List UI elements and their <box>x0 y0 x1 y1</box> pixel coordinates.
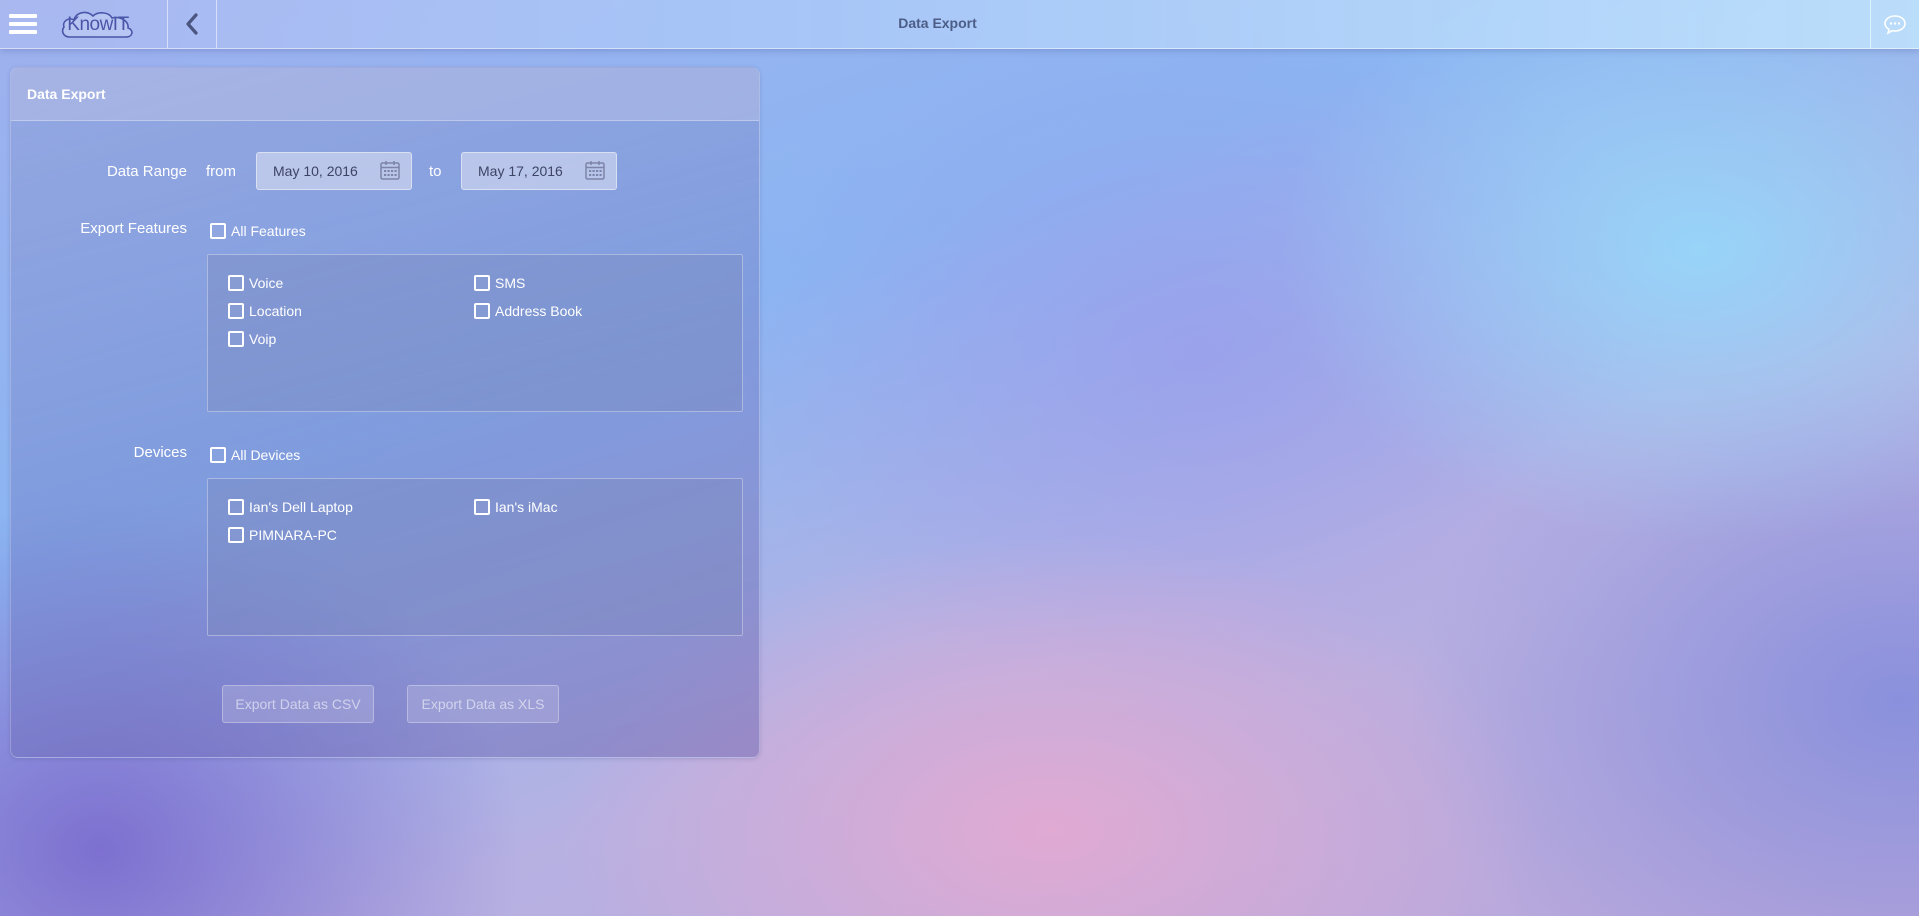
feature-sms-checkbox[interactable]: SMS <box>474 273 525 293</box>
device-imac-checkbox[interactable]: Ian's iMac <box>474 497 558 517</box>
panel-header: Data Export <box>11 68 759 121</box>
features-group-box: Voice SMS Location Address Book Voip <box>207 254 743 412</box>
divider <box>216 0 217 48</box>
to-label: to <box>429 163 442 180</box>
checkbox-label: Voice <box>249 275 284 291</box>
data-export-panel: Data Export Data Range from May 10, 2016… <box>10 67 760 758</box>
to-date-value: May 17, 2016 <box>478 163 563 179</box>
data-range-label: Data Range <box>106 163 187 180</box>
devices-group-box: Ian's Dell Laptop Ian's iMac PIMNARA-PC <box>207 478 743 636</box>
checkbox-box[interactable] <box>210 447 226 463</box>
all-devices-checkbox[interactable]: All Devices <box>210 445 300 465</box>
export-xls-button[interactable]: Export Data as XLS <box>407 685 559 723</box>
checkbox-box[interactable] <box>228 331 244 347</box>
top-bar: KnowIT Data Export <box>0 0 1919 49</box>
checkbox-label: Ian's iMac <box>495 499 558 515</box>
checkbox-box[interactable] <box>228 527 244 543</box>
checkbox-box[interactable] <box>228 303 244 319</box>
chat-bubble-icon <box>1884 15 1906 35</box>
logo-text: KnowIT <box>67 14 129 35</box>
feature-address-book-checkbox[interactable]: Address Book <box>474 301 582 321</box>
devices-label: Devices <box>133 444 187 461</box>
from-date-field[interactable]: May 10, 2016 <box>256 152 412 190</box>
checkbox-label: All Features <box>231 223 306 239</box>
checkbox-box[interactable] <box>210 223 226 239</box>
device-pimnara-pc-checkbox[interactable]: PIMNARA-PC <box>228 525 337 545</box>
calendar-icon[interactable] <box>584 159 606 181</box>
checkbox-box[interactable] <box>474 275 490 291</box>
checkbox-label: Ian's Dell Laptop <box>249 499 353 515</box>
checkbox-box[interactable] <box>228 499 244 515</box>
feature-voice-checkbox[interactable]: Voice <box>228 273 283 293</box>
all-features-checkbox[interactable]: All Features <box>210 221 306 241</box>
checkbox-label: Voip <box>249 331 277 347</box>
to-date-field[interactable]: May 17, 2016 <box>461 152 617 190</box>
checkbox-label: SMS <box>495 275 526 291</box>
export-features-label: Export Features <box>80 220 187 237</box>
export-csv-button[interactable]: Export Data as CSV <box>222 685 374 723</box>
feature-location-checkbox[interactable]: Location <box>228 301 302 321</box>
page-title: Data Export <box>898 15 977 31</box>
chat-button[interactable] <box>1871 0 1919 48</box>
feature-voip-checkbox[interactable]: Voip <box>228 329 276 349</box>
back-button[interactable] <box>168 0 216 48</box>
checkbox-label: PIMNARA-PC <box>249 527 337 543</box>
checkbox-box[interactable] <box>228 275 244 291</box>
checkbox-box[interactable] <box>474 499 490 515</box>
hamburger-menu-icon[interactable] <box>0 0 46 48</box>
from-date-value: May 10, 2016 <box>273 163 358 179</box>
checkbox-label: All Devices <box>231 447 301 463</box>
checkbox-label: Address Book <box>495 303 583 319</box>
knowit-logo[interactable]: KnowIT <box>60 8 136 40</box>
chevron-left-icon <box>186 13 198 35</box>
from-label: from <box>206 163 236 180</box>
panel-title: Data Export <box>27 86 106 102</box>
calendar-icon[interactable] <box>379 159 401 181</box>
checkbox-label: Location <box>249 303 302 319</box>
device-dell-laptop-checkbox[interactable]: Ian's Dell Laptop <box>228 497 353 517</box>
checkbox-box[interactable] <box>474 303 490 319</box>
